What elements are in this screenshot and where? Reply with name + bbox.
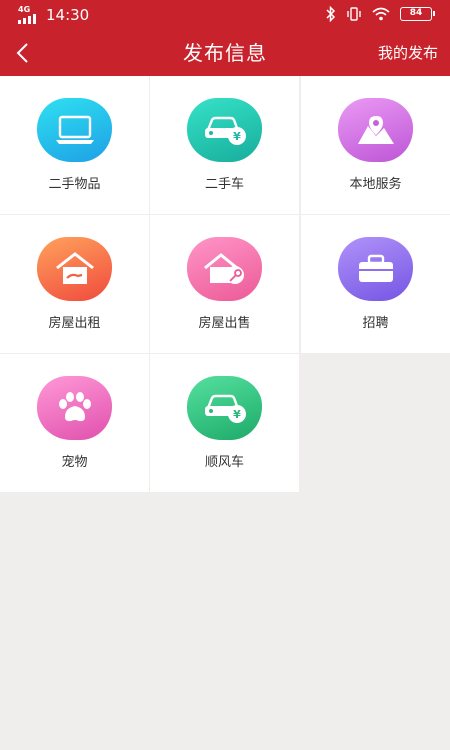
network-label: 4G [18, 5, 31, 14]
status-time: 14:30 [46, 6, 90, 24]
battery-level: 84 [409, 8, 423, 18]
category-house-rent[interactable]: 房屋出租 [0, 215, 149, 353]
laptop-icon [37, 98, 112, 162]
category-label: 招聘 [362, 316, 389, 331]
category-recruitment[interactable]: 招聘 [301, 215, 450, 353]
svg-text:¥: ¥ [233, 408, 241, 421]
category-local-service[interactable]: 本地服务 [301, 76, 450, 214]
category-label: 房屋出租 [48, 316, 101, 331]
briefcase-icon [338, 237, 413, 301]
status-right: 84 [326, 6, 435, 22]
svg-text:¥: ¥ [233, 130, 241, 143]
status-left: 4G 14:30 [18, 5, 89, 25]
category-used-car[interactable]: ¥ 二手车 [150, 76, 299, 214]
category-house-sale[interactable]: 房屋出售 [150, 215, 299, 353]
house-rent-icon [37, 237, 112, 301]
category-label: 宠物 [61, 455, 88, 470]
category-pets[interactable]: 宠物 [0, 354, 149, 492]
paw-icon [37, 376, 112, 440]
category-label: 二手车 [204, 177, 244, 192]
category-label: 房屋出售 [198, 316, 251, 331]
category-carpool[interactable]: ¥ 顺风车 [150, 354, 299, 492]
category-label: 顺风车 [204, 455, 244, 470]
battery-icon: 84 [400, 7, 435, 21]
vibrate-icon [347, 7, 361, 21]
used-car-icon: ¥ [187, 98, 262, 162]
network-indicator: 4G [18, 6, 40, 24]
app-bar: 发布信息 我的发布 [0, 30, 450, 76]
category-used-items[interactable]: 二手物品 [0, 76, 149, 214]
map-pin-icon [338, 98, 413, 162]
category-label: 二手物品 [48, 177, 101, 192]
signal-icon [18, 14, 38, 24]
wifi-icon [372, 7, 390, 21]
status-bar: 4G 14:30 84 [0, 0, 450, 30]
my-posts-link[interactable]: 我的发布 [378, 43, 438, 63]
carpool-icon: ¥ [187, 376, 262, 440]
category-label: 本地服务 [349, 177, 402, 192]
house-sale-icon [187, 237, 262, 301]
bluetooth-icon [326, 6, 336, 22]
